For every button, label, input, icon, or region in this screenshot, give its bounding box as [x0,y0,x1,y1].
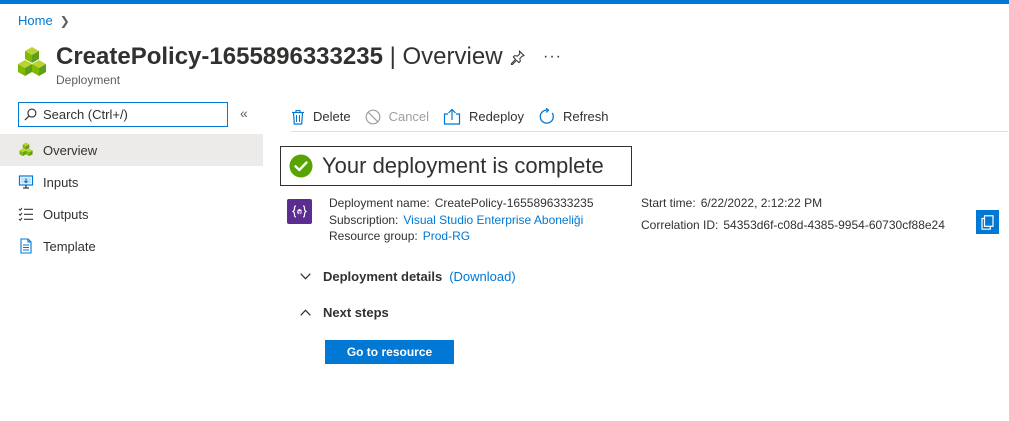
redeploy-button[interactable]: Redeploy [443,108,524,125]
upload-icon [443,108,461,125]
refresh-icon [539,108,554,124]
more-options-button[interactable]: ··· [543,48,562,66]
breadcrumb: Home ❯ [18,13,70,28]
pin-icon[interactable] [510,49,525,65]
deployment-info: Deployment name: CreatePolicy-16558963332… [329,195,594,245]
start-time-label: Start time: [641,196,696,210]
deployment-details-label: Deployment details [323,269,443,284]
search-input[interactable] [43,107,213,122]
header-actions: ··· [510,48,562,66]
delete-label: Delete [313,109,351,124]
sidebar-item-inputs[interactable]: Inputs [0,166,263,198]
search-icon [24,108,37,121]
subscription-link[interactable]: Visual Studio Enterprise Aboneliği [403,213,583,227]
list-icon [18,207,33,221]
sidebar-item-label: Outputs [43,206,89,222]
sidebar-item-template[interactable]: Template [0,230,263,262]
chevron-right-icon: ❯ [59,13,70,28]
deployment-timing-info: Start time: 6/22/2022, 2:12:22 PM Correla… [641,195,945,233]
page-title-name: CreatePolicy-1655896333235 [56,43,383,70]
status-message: Your deployment is complete [322,153,604,178]
document-icon [20,238,32,254]
start-time-value: 6/22/2022, 2:12:22 PM [700,196,823,210]
sidebar-item-outputs[interactable]: Outputs [0,198,263,230]
collapse-sidebar-button[interactable]: « [240,105,248,121]
deployment-icon [287,199,312,224]
sidebar-item-label: Template [43,238,96,254]
deployment-details-section[interactable]: Deployment details (Download) [300,269,516,284]
page-subtitle: Deployment [56,73,121,87]
page-title-separator: | [382,43,403,70]
resource-group-label: Resource group: [329,229,418,243]
chevron-up-icon [300,309,311,316]
cancel-icon [365,109,380,124]
go-to-resource-button[interactable]: Go to resource [325,340,454,364]
redeploy-label: Redeploy [469,109,524,124]
subscription-label: Subscription: [329,212,399,227]
correlation-id-value: 54353d6f-c08d-4385-9954-60730cf88e24 [723,217,945,232]
deployment-name-label: Deployment name: [329,196,430,210]
resource-group-link[interactable]: Prod-RG [423,229,470,243]
monitor-icon [18,175,34,189]
refresh-button[interactable]: Refresh [538,108,609,125]
sidebar-item-overview[interactable]: Overview [0,134,263,166]
chevron-down-icon [300,273,311,280]
delete-button[interactable]: Delete [291,109,351,125]
sidebar-nav: Overview Inputs Outputs Template [0,134,263,262]
command-bar: Delete Cancel Redeploy Refresh [291,102,1008,132]
cubes-icon [18,47,46,76]
refresh-label: Refresh [562,109,609,124]
sidebar-search[interactable] [18,102,228,127]
cancel-button[interactable]: Cancel [365,109,429,125]
deployment-name-value: CreatePolicy-1655896333235 [434,196,594,210]
success-check-icon [289,154,313,178]
page-header: CreatePolicy-1655896333235 | Overview De… [17,42,561,87]
copy-correlation-button[interactable] [976,210,999,234]
cancel-label: Cancel [388,109,430,124]
sidebar-item-label: Inputs [43,174,79,190]
copy-icon [981,214,994,230]
braces-cube-icon [292,205,307,218]
top-accent-bar [0,0,1009,4]
page-title-section: Overview [402,43,503,70]
download-link[interactable]: (Download) [449,269,515,284]
correlation-id-label: Correlation ID: [641,217,719,232]
next-steps-label: Next steps [323,305,389,320]
sidebar-item-label: Overview [43,142,98,158]
trash-icon [292,109,304,125]
breadcrumb-home-link[interactable]: Home [18,13,53,28]
deployment-status-banner: Your deployment is complete [280,146,632,186]
page-title: CreatePolicy-1655896333235 | Overview [56,42,503,72]
cubes-icon [19,142,33,157]
next-steps-section[interactable]: Next steps [300,305,389,320]
